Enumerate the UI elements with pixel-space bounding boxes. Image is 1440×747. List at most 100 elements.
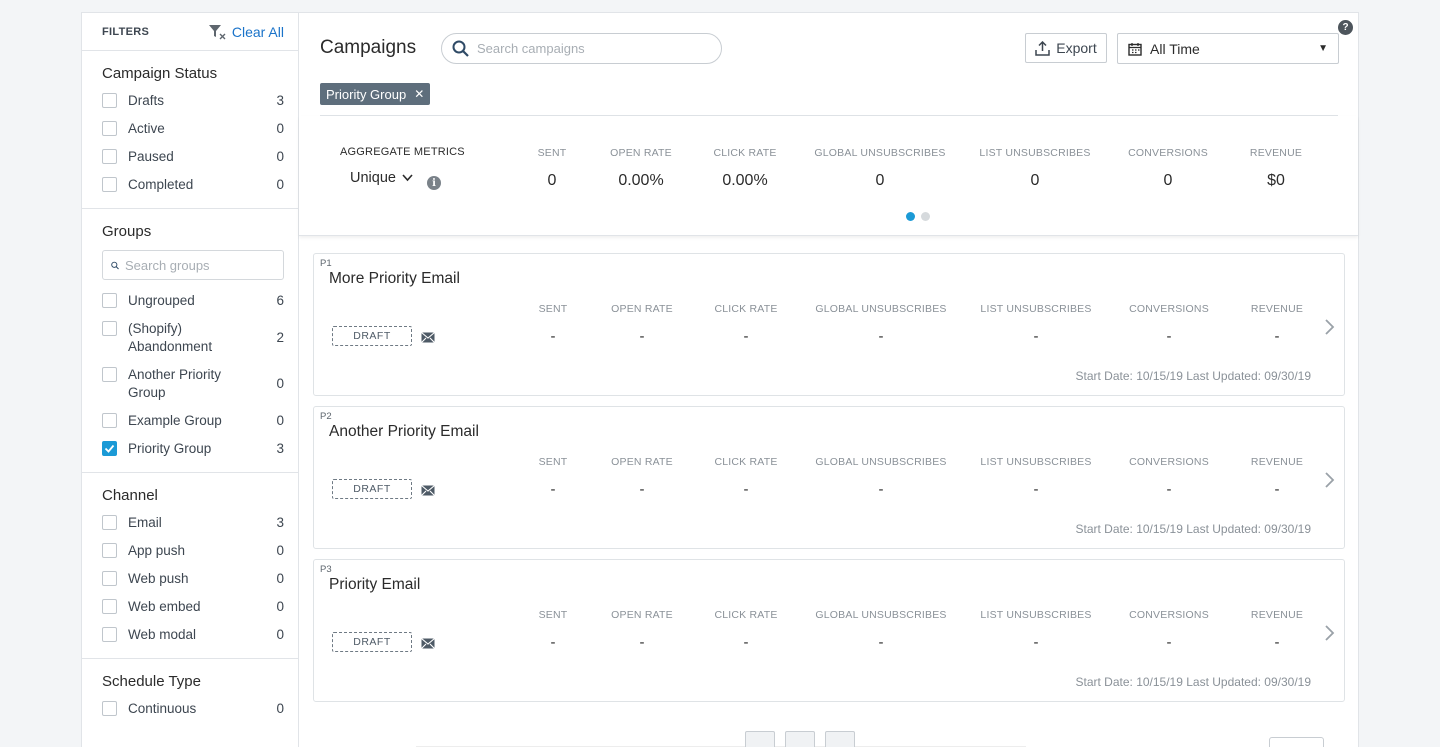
filter-option-email[interactable]: Email 3 bbox=[102, 514, 284, 532]
campaign-priority: P1 bbox=[320, 258, 332, 269]
filter-option-shopify-abandonment[interactable]: (Shopify) Abandonment 2 bbox=[102, 320, 284, 356]
checkbox[interactable] bbox=[102, 543, 117, 558]
campaign-name[interactable]: Another Priority Email bbox=[329, 423, 479, 441]
checkbox[interactable] bbox=[102, 321, 117, 336]
checkbox[interactable] bbox=[102, 599, 117, 614]
filters-header: FILTERS Clear All bbox=[82, 13, 298, 51]
aggregate-metrics-label: AGGREGATE METRICS bbox=[340, 146, 465, 158]
remove-chip-icon[interactable]: ✕ bbox=[414, 87, 424, 101]
filter-option-web-push[interactable]: Web push 0 bbox=[102, 570, 284, 588]
campaign-dates: Start Date: 10/15/19 Last Updated: 09/30… bbox=[1075, 522, 1312, 536]
checkbox[interactable] bbox=[102, 701, 117, 716]
help-icon[interactable]: ? bbox=[1338, 20, 1353, 35]
filter-option-ungrouped[interactable]: Ungrouped 6 bbox=[102, 292, 284, 310]
aggregate-metric-value: 0 bbox=[547, 172, 557, 189]
carousel-dot[interactable] bbox=[906, 212, 915, 221]
campaign-card[interactable]: P1 More Priority Email SENT - OPEN RATE - CLIC… bbox=[313, 253, 1345, 396]
checkbox[interactable] bbox=[102, 367, 117, 382]
filter-option-continuous[interactable]: Continuous 0 bbox=[102, 700, 284, 718]
campaign-metric-value: - bbox=[1274, 634, 1280, 651]
filter-option-left: Web push bbox=[102, 570, 189, 588]
prev-page-button[interactable] bbox=[745, 731, 775, 747]
filter-option-count: 0 bbox=[276, 627, 284, 642]
checkbox[interactable] bbox=[102, 413, 117, 428]
filter-option-active[interactable]: Active 0 bbox=[102, 120, 284, 138]
clear-all-label: Clear All bbox=[231, 23, 284, 40]
campaign-metric-label: CLICK RATE bbox=[714, 456, 778, 468]
next-page-button[interactable] bbox=[825, 731, 855, 747]
filter-option-count: 6 bbox=[276, 293, 284, 308]
filters-sidebar: FILTERS Clear All Campaign Status Drafts… bbox=[82, 13, 299, 747]
carousel-dots bbox=[906, 212, 930, 221]
campaign-name[interactable]: More Priority Email bbox=[329, 270, 460, 288]
filter-option-web-embed[interactable]: Web embed 0 bbox=[102, 598, 284, 616]
checkbox[interactable] bbox=[102, 515, 117, 530]
filter-option-left: Email bbox=[102, 514, 162, 532]
chevron-right-icon[interactable] bbox=[1324, 318, 1336, 336]
date-range-select[interactable]: All Time ▼ bbox=[1117, 33, 1339, 64]
chevron-right-icon[interactable] bbox=[1324, 624, 1336, 642]
status-badge: DRAFT bbox=[332, 326, 412, 346]
aggregate-metric-label: GLOBAL UNSUBSCRIBES bbox=[814, 147, 946, 159]
groups-search-input[interactable] bbox=[125, 257, 275, 273]
campaigns-app: FILTERS Clear All Campaign Status Drafts… bbox=[81, 12, 1359, 747]
filter-option-completed[interactable]: Completed 0 bbox=[102, 176, 284, 194]
campaign-search-input[interactable] bbox=[477, 41, 697, 56]
campaign-metric-label: REVENUE bbox=[1250, 303, 1304, 315]
campaign-metric-value: - bbox=[743, 481, 749, 498]
email-channel-icon bbox=[421, 636, 435, 649]
campaign-status-section: Campaign Status Drafts 3 Active 0 Paused 0 Com… bbox=[82, 51, 298, 209]
info-icon[interactable]: i bbox=[427, 176, 441, 190]
campaign-metric-label: SENT bbox=[538, 303, 568, 315]
per-page-select[interactable] bbox=[1269, 737, 1324, 747]
filter-option-left: Continuous bbox=[102, 700, 196, 718]
checkbox[interactable] bbox=[102, 627, 117, 642]
campaign-metric-value: - bbox=[550, 481, 556, 498]
campaign-metric-value: - bbox=[743, 634, 749, 651]
filter-option-app-push[interactable]: App push 0 bbox=[102, 542, 284, 560]
campaign-priority: P3 bbox=[320, 564, 332, 575]
filter-option-priority-group[interactable]: Priority Group 3 bbox=[102, 440, 284, 458]
checkbox[interactable] bbox=[102, 93, 117, 108]
filter-option-count: 3 bbox=[276, 93, 284, 108]
campaign-metric-value: - bbox=[1033, 634, 1039, 651]
filter-option-example-group[interactable]: Example Group 0 bbox=[102, 412, 284, 430]
campaign-metric-label: CONVERSIONS bbox=[1129, 456, 1209, 468]
metric-mode-value: Unique bbox=[350, 170, 396, 186]
checkbox-checked[interactable] bbox=[102, 441, 117, 456]
clear-all-button[interactable]: Clear All bbox=[208, 24, 284, 40]
campaign-metric-label: CONVERSIONS bbox=[1129, 303, 1209, 315]
checkbox[interactable] bbox=[102, 293, 117, 308]
checkbox[interactable] bbox=[102, 571, 117, 586]
date-range-value: All Time bbox=[1150, 40, 1200, 57]
metric-mode-dropdown[interactable]: Unique bbox=[350, 170, 413, 186]
checkbox[interactable] bbox=[102, 121, 117, 136]
filter-option-paused[interactable]: Paused 0 bbox=[102, 148, 284, 166]
campaign-metric-value: - bbox=[639, 634, 645, 651]
filter-option-drafts[interactable]: Drafts 3 bbox=[102, 92, 284, 110]
campaign-metric-value: - bbox=[639, 328, 645, 345]
campaign-dates: Start Date: 10/15/19 Last Updated: 09/30… bbox=[1075, 675, 1312, 689]
campaign-metric-value: - bbox=[878, 634, 884, 651]
schedule-type-section: Schedule Type Continuous 0 bbox=[82, 659, 298, 732]
aggregate-metric-label: OPEN RATE bbox=[610, 147, 672, 159]
filter-option-web-modal[interactable]: Web modal 0 bbox=[102, 626, 284, 644]
campaign-name[interactable]: Priority Email bbox=[329, 576, 420, 594]
campaign-metric-label: REVENUE bbox=[1250, 609, 1304, 621]
campaign-card[interactable]: P3 Priority Email SENT - OPEN RATE - CLICK RAT… bbox=[313, 559, 1345, 702]
carousel-dot[interactable] bbox=[921, 212, 930, 221]
filter-option-another-priority-group[interactable]: Another Priority Group 0 bbox=[102, 366, 284, 402]
campaign-card[interactable]: P2 Another Priority Email SENT - OPEN RATE - C… bbox=[313, 406, 1345, 549]
chevron-right-icon[interactable] bbox=[1324, 471, 1336, 489]
checkbox[interactable] bbox=[102, 177, 117, 192]
page-button[interactable] bbox=[785, 731, 815, 747]
checkbox[interactable] bbox=[102, 149, 117, 164]
campaign-metric-value: - bbox=[1166, 634, 1172, 651]
search-icon bbox=[452, 40, 469, 57]
campaign-metric-value: - bbox=[1033, 328, 1039, 345]
export-button[interactable]: Export bbox=[1025, 33, 1107, 63]
filters-title: FILTERS bbox=[102, 25, 150, 38]
filter-option-left: Web embed bbox=[102, 598, 201, 616]
campaign-metric-label: LIST UNSUBSCRIBES bbox=[980, 456, 1092, 468]
campaign-metric-label: LIST UNSUBSCRIBES bbox=[980, 303, 1092, 315]
